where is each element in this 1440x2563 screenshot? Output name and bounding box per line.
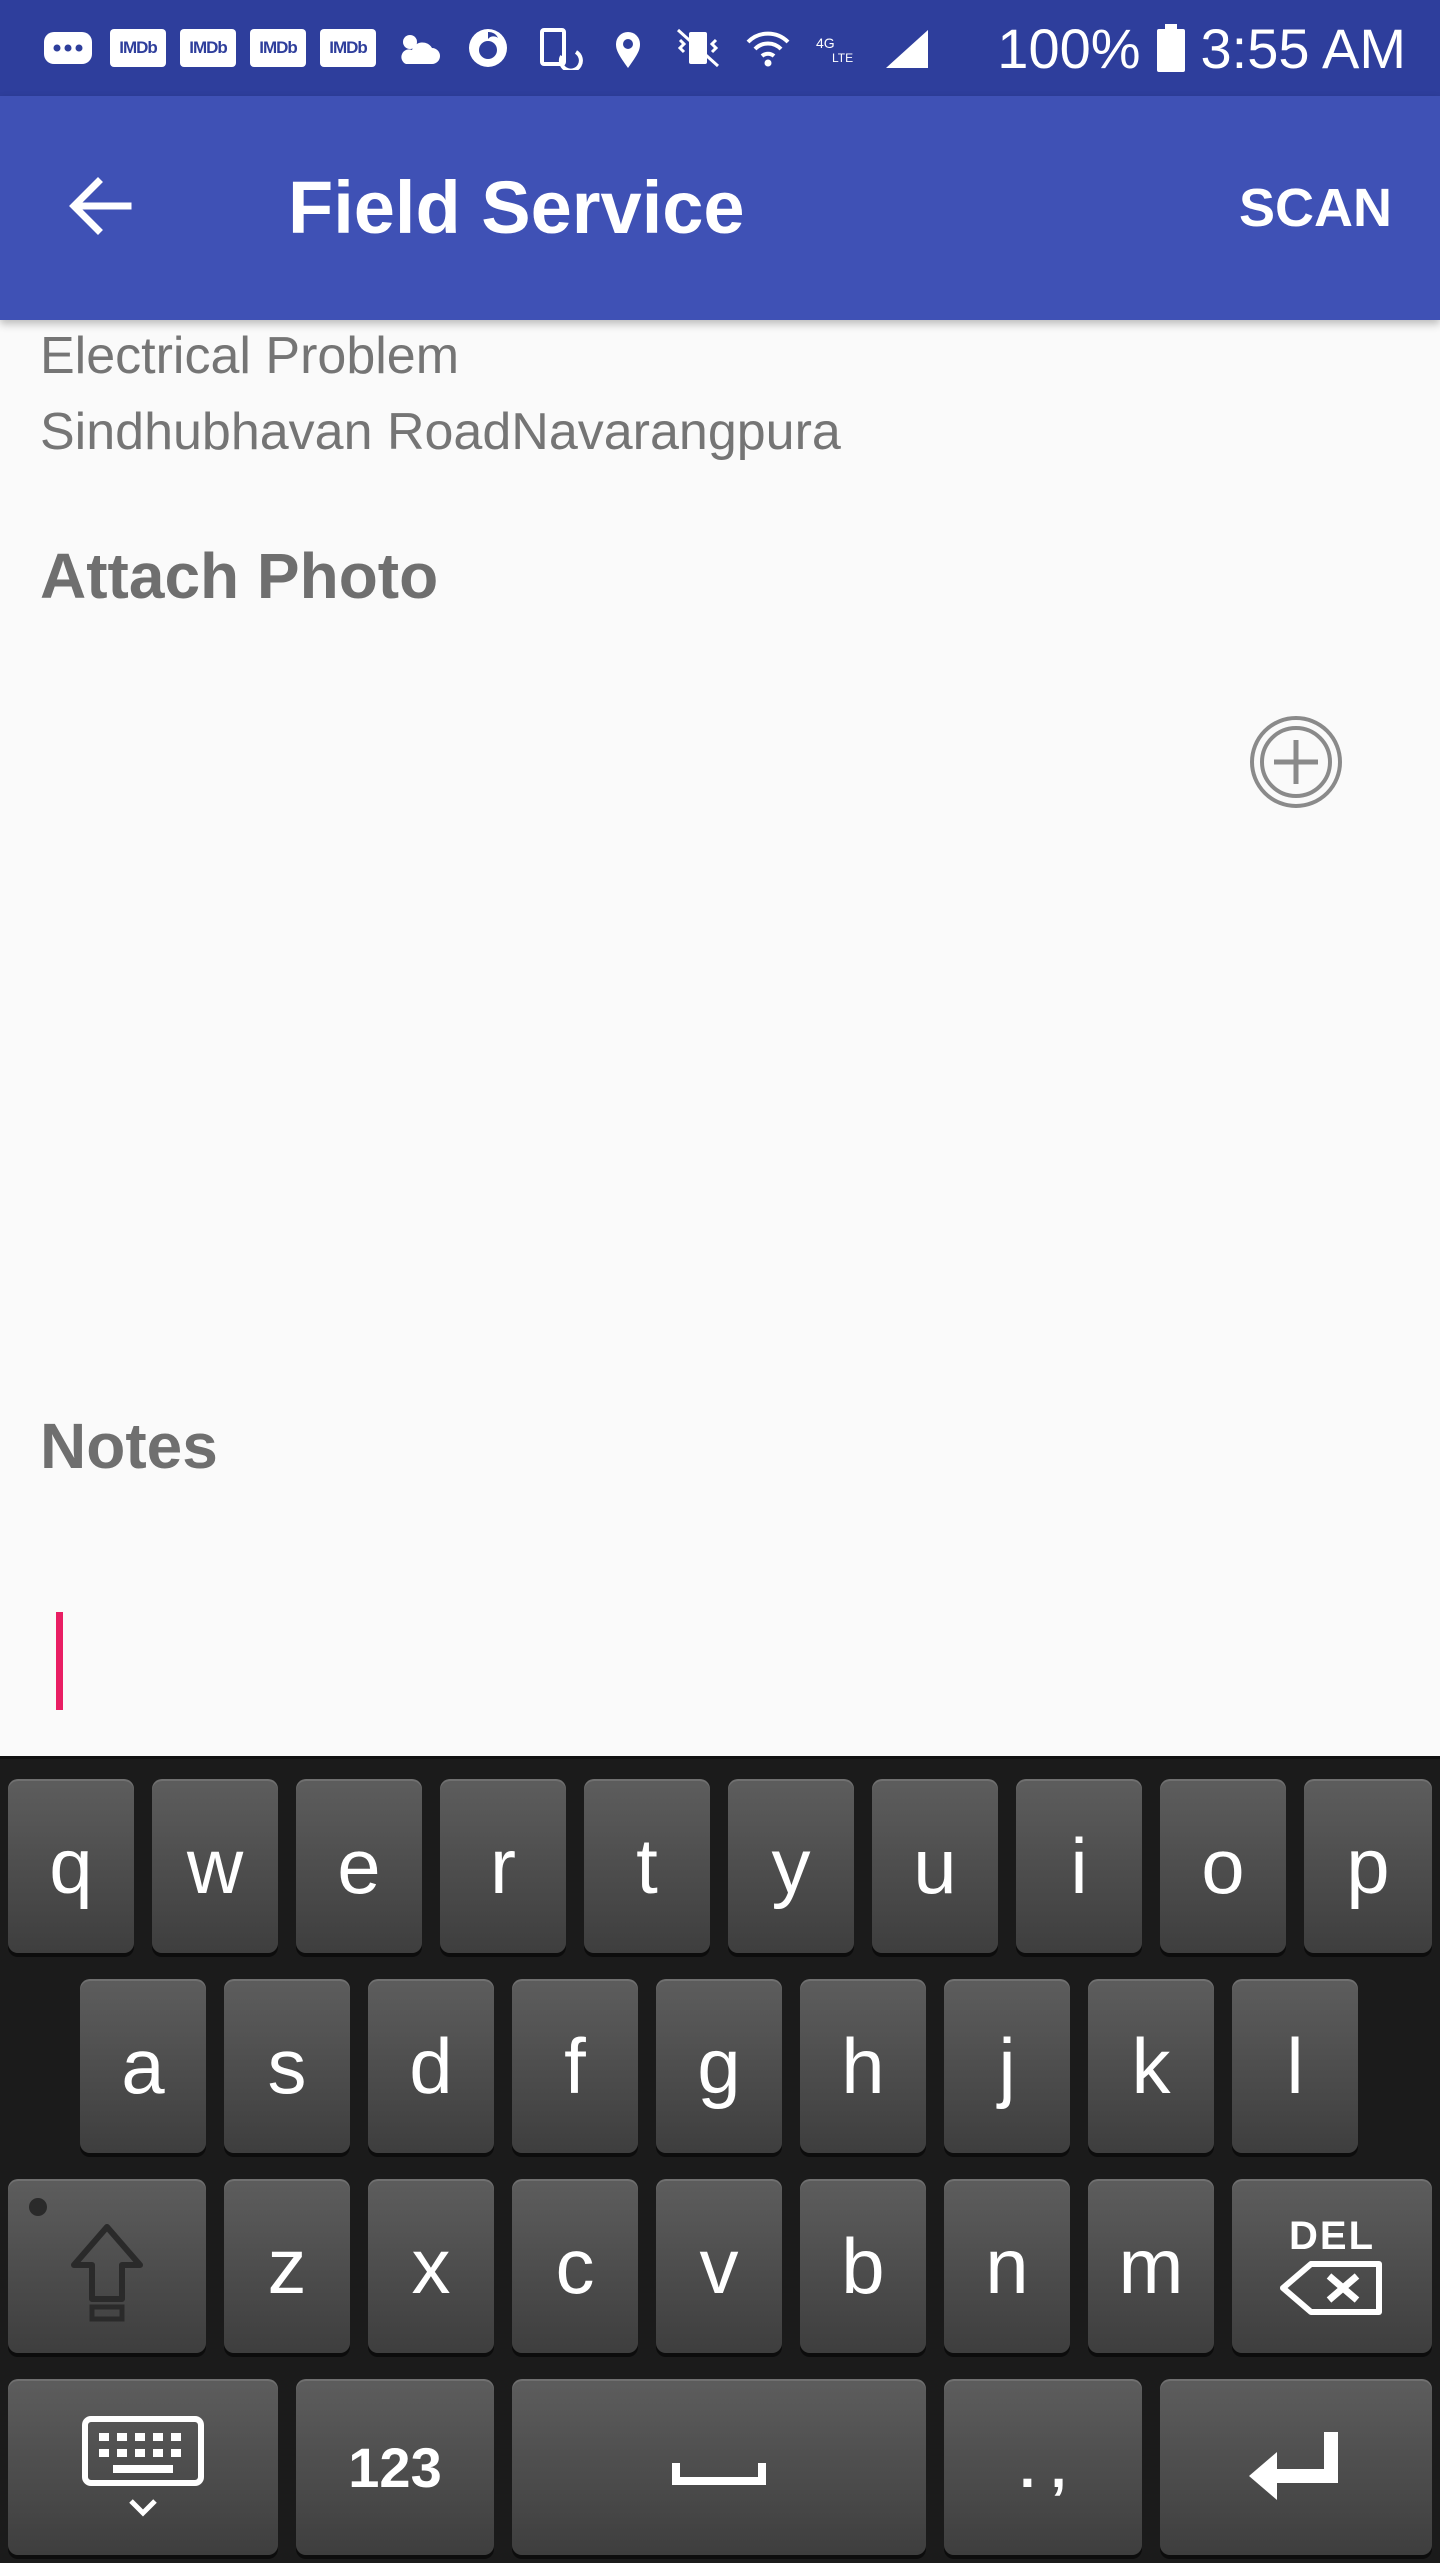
- page-title: Field Service: [288, 166, 745, 249]
- enter-key[interactable]: [1160, 2379, 1432, 2555]
- location-icon: [600, 24, 656, 72]
- add-circle-icon: [1250, 716, 1342, 808]
- key-m[interactable]: m: [1088, 2179, 1214, 2353]
- keyboard-icon: [82, 2416, 204, 2517]
- enter-icon: [1249, 2432, 1338, 2500]
- imdb-icon: IMDb: [250, 29, 306, 67]
- issue-category: Electrical Problem: [40, 327, 460, 385]
- delete-key-label: DEL: [1289, 2214, 1375, 2258]
- key-e[interactable]: e: [296, 1779, 422, 1953]
- volte-icon: 4G LTE: [810, 24, 866, 72]
- status-bar: IMDb IMDb IMDb IMDb 4G LTE 100% 3:55 AM: [0, 0, 1440, 96]
- key-t[interactable]: t: [584, 1779, 710, 1953]
- signal-icon: [880, 24, 936, 72]
- screen-rotate-icon: [530, 24, 586, 72]
- key-z[interactable]: z: [224, 2179, 350, 2353]
- key-r[interactable]: r: [440, 1779, 566, 1953]
- punctuation-key[interactable]: . ,: [944, 2379, 1142, 2555]
- scan-button[interactable]: SCAN: [1239, 176, 1392, 240]
- battery-percent: 100%: [997, 16, 1141, 80]
- vibrate-icon: [670, 24, 726, 72]
- notes-input[interactable]: [40, 1592, 1400, 1752]
- text-cursor: [56, 1612, 63, 1710]
- shift-icon: [29, 2198, 143, 2322]
- app-bar: Field Service SCAN: [0, 96, 1440, 320]
- space-key[interactable]: [512, 2379, 926, 2555]
- key-c[interactable]: c: [512, 2179, 638, 2353]
- key-y[interactable]: y: [728, 1779, 854, 1953]
- battery-icon: [1156, 24, 1185, 72]
- key-i[interactable]: i: [1016, 1779, 1142, 1953]
- attach-photo-title: Attach Photo: [40, 540, 439, 612]
- key-w[interactable]: w: [152, 1779, 278, 1953]
- numbers-key[interactable]: 123: [296, 2379, 494, 2555]
- space-bar-icon: [672, 2463, 766, 2485]
- key-h[interactable]: h: [800, 1979, 926, 2153]
- form-content: Electrical Problem Sindhubhavan RoadNava…: [0, 320, 1440, 1756]
- clock: 3:55 AM: [1200, 16, 1406, 80]
- imdb-icon: IMDb: [320, 29, 376, 67]
- key-f[interactable]: f: [512, 1979, 638, 2153]
- back-button[interactable]: [52, 158, 148, 254]
- status-bar-icons: IMDb IMDb IMDb IMDb 4G LTE: [40, 24, 997, 72]
- messenger-icon: [40, 24, 96, 72]
- key-l[interactable]: l: [1232, 1979, 1358, 2153]
- issue-address: Sindhubhavan RoadNavarangpura: [40, 403, 841, 461]
- key-u[interactable]: u: [872, 1779, 998, 1953]
- soft-keyboard: q w e r t y u i o p a s d f g h j k l z …: [0, 1756, 1440, 2563]
- keyboard-switch-key[interactable]: [8, 2379, 278, 2555]
- key-s[interactable]: s: [224, 1979, 350, 2153]
- key-x[interactable]: x: [368, 2179, 494, 2353]
- delete-key[interactable]: DEL: [1232, 2179, 1432, 2353]
- key-g[interactable]: g: [656, 1979, 782, 2153]
- svg-text:4G: 4G: [816, 35, 835, 51]
- key-q[interactable]: q: [8, 1779, 134, 1953]
- key-d[interactable]: d: [368, 1979, 494, 2153]
- backspace-icon: [1280, 2261, 1382, 2315]
- wifi-icon: [740, 24, 796, 72]
- arrow-back-icon: [69, 177, 132, 235]
- key-j[interactable]: j: [944, 1979, 1070, 2153]
- shift-key[interactable]: [8, 2179, 206, 2353]
- key-b[interactable]: b: [800, 2179, 926, 2353]
- vodafone-icon: [460, 24, 516, 72]
- svg-text:LTE: LTE: [832, 51, 853, 65]
- weather-icon: [390, 24, 446, 72]
- notes-title: Notes: [40, 1410, 218, 1482]
- imdb-icon: IMDb: [110, 29, 166, 67]
- status-bar-right: 100% 3:55 AM: [997, 16, 1406, 81]
- key-p[interactable]: p: [1304, 1779, 1432, 1953]
- add-photo-button[interactable]: [1248, 714, 1344, 810]
- key-v[interactable]: v: [656, 2179, 782, 2353]
- key-o[interactable]: o: [1160, 1779, 1286, 1953]
- key-k[interactable]: k: [1088, 1979, 1214, 2153]
- imdb-icon: IMDb: [180, 29, 236, 67]
- key-n[interactable]: n: [944, 2179, 1070, 2353]
- key-a[interactable]: a: [80, 1979, 206, 2153]
